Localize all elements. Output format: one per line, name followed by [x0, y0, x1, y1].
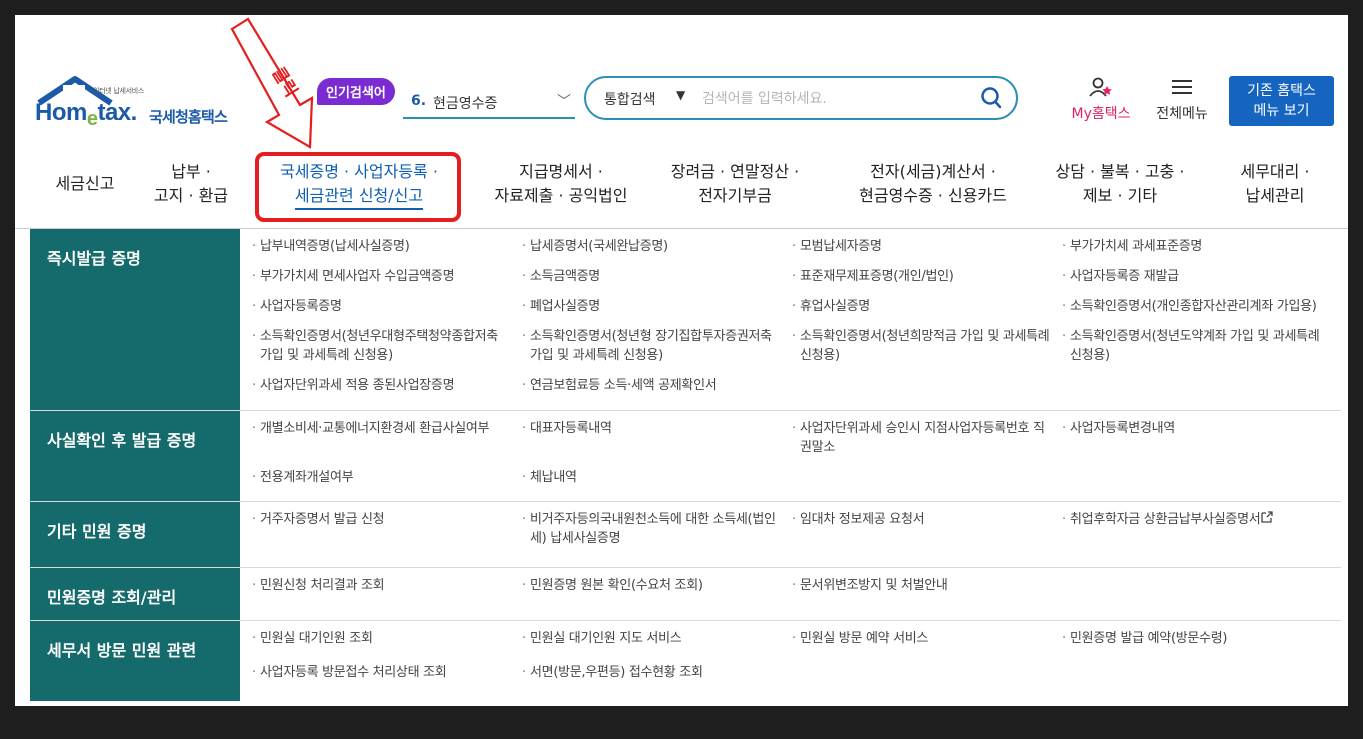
- logo-brand: Hometax.: [35, 99, 137, 130]
- nav-payment[interactable]: 납부 · 고지 · 환급: [143, 160, 239, 208]
- nav-label: 고지 · 환급: [153, 186, 229, 205]
- menu-link[interactable]: 소득확인증명서(청년형 장기집합투자증권저축 가입 및 과세특례 신청용): [520, 327, 790, 374]
- menu-link[interactable]: 전용계좌개설여부: [250, 468, 520, 496]
- nav-consultation[interactable]: 상담 · 불복 · 고충 · 제보 · 기타: [1045, 160, 1195, 208]
- menu-link[interactable]: 폐업사실증명: [520, 297, 790, 325]
- menu-link[interactable]: 민원실 방문 예약 서비스: [790, 629, 1060, 661]
- section-row: 기타 민원 증명 거주자증명서 발급 신청 비거주자등의국내원천소득에 대한 소…: [30, 502, 1341, 568]
- menu-link[interactable]: 개별소비세·교통에너지환경세 환급사실여부: [250, 419, 520, 466]
- global-nav: 세금신고 납부 · 고지 · 환급 국세증명 · 사업자등록 · 세금관련 신청…: [15, 148, 1348, 229]
- section-title: 즉시발급 증명: [30, 229, 240, 410]
- nav-payment-statements[interactable]: 지급명세서 · 자료제출 · 공익법인: [481, 160, 641, 208]
- menu-link[interactable]: 사업자등록 방문접수 처리상태 조회: [250, 663, 520, 695]
- menu-link[interactable]: 민원실 대기인원 조회: [250, 629, 520, 661]
- chevron-down-icon[interactable]: ▼: [676, 88, 685, 102]
- menu-link[interactable]: 민원실 대기인원 지도 서비스: [520, 629, 790, 661]
- search-icon[interactable]: [980, 86, 1002, 110]
- page-frame: 인터넷 납세서비스 Hometax. 국세청홈택스 인기검색어 6. 현금영수증…: [15, 15, 1348, 706]
- menu-link[interactable]: 서면(방문,우편등) 접수현황 조회: [520, 663, 790, 695]
- nav-label: 상담 · 불복 · 고충 ·: [1055, 162, 1185, 181]
- popular-search-select[interactable]: 6. 현금영수증 ﹀: [403, 87, 575, 119]
- menu-link[interactable]: 사업자단위과세 적용 종된사업장증명: [250, 376, 520, 404]
- old-hometax-menu-button[interactable]: 기존 홈택스 메뉴 보기: [1229, 76, 1334, 126]
- nav-label: 세무대리 ·: [1240, 162, 1310, 181]
- nav-label: 현금영수증 · 신용카드: [859, 186, 1007, 205]
- old-menu-line1: 기존 홈택스: [1247, 83, 1316, 99]
- nav-label: 납부 ·: [171, 162, 211, 181]
- chevron-down-icon: ﹀: [557, 94, 571, 110]
- menu-link[interactable]: 소득확인증명서(청년희망적금 가입 및 과세특례 신청용): [790, 327, 1060, 374]
- section-row: 사실확인 후 발급 증명 개별소비세·교통에너지환경세 환급사실여부 대표자등록…: [30, 411, 1341, 502]
- search-input[interactable]: [700, 87, 964, 111]
- menu-link[interactable]: 소득확인증명서(청년우대형주택청약종합저축 가입 및 과세특례 신청용): [250, 327, 520, 374]
- nav-label: 지급명세서 ·: [519, 162, 603, 181]
- nav-label: 자료제출 · 공익법인: [494, 186, 628, 205]
- my-hometax-button[interactable]: My홈택스: [1065, 77, 1137, 123]
- logo-korean-name: 국세청홈택스: [149, 108, 228, 126]
- all-menu-label: 전체메뉴: [1156, 106, 1208, 122]
- menu-link[interactable]: 소득금액증명: [520, 267, 790, 295]
- menu-link[interactable]: 대표자등록내역: [520, 419, 790, 466]
- menu-link[interactable]: 납세증명서(국세완납증명): [520, 237, 790, 265]
- search-bar: 통합검색 ▼: [584, 76, 1018, 120]
- highlight-box: [255, 152, 461, 222]
- menu-link[interactable]: 거주자증명서 발급 신청: [250, 510, 520, 561]
- menu-link[interactable]: 사업자등록증 재발급: [1060, 267, 1331, 295]
- menu-link[interactable]: 민원증명 원본 확인(수요처 조회): [520, 576, 790, 614]
- menu-link-external[interactable]: 취업후학자금 상환금납부사실증명서: [1060, 510, 1331, 561]
- section-title: 기타 민원 증명: [30, 502, 240, 567]
- old-menu-line2: 메뉴 보기: [1253, 103, 1310, 119]
- section-title: 사실확인 후 발급 증명: [30, 411, 240, 501]
- nav-label: 전자기부금: [698, 186, 772, 205]
- menu-link[interactable]: 민원신청 처리결과 조회: [250, 576, 520, 614]
- menu-link[interactable]: 민원증명 발급 예약(방문수령): [1060, 629, 1331, 661]
- menu-link[interactable]: 모범납세자증명: [790, 237, 1060, 265]
- menu-link[interactable]: 임대차 정보제공 요청서: [790, 510, 1060, 561]
- menu-link[interactable]: 소득확인증명서(청년도약계좌 가입 및 과세특례 신청용): [1060, 327, 1331, 374]
- menu-link[interactable]: 사업자등록증명: [250, 297, 520, 325]
- popular-term: 현금영수증: [433, 96, 498, 112]
- menu-link[interactable]: 체납내역: [520, 468, 790, 496]
- nav-label: 세금신고: [55, 174, 115, 193]
- my-hometax-label: My홈택스: [1071, 106, 1131, 122]
- external-link-icon: [1261, 511, 1274, 523]
- nav-label: 제보 · 기타: [1082, 186, 1158, 205]
- menu-link[interactable]: 휴업사실증명: [790, 297, 1060, 325]
- menu-link[interactable]: 소득확인증명서(개인종합자산관리계좌 가입용): [1060, 297, 1331, 325]
- nav-label: 전자(세금)계산서 ·: [870, 162, 996, 181]
- popular-rank: 6.: [411, 93, 427, 109]
- nav-label: 납세관리: [1245, 186, 1305, 205]
- user-icon: [1089, 77, 1112, 97]
- logo-subtitle: 인터넷 납세서비스: [93, 87, 145, 95]
- search-scope-select[interactable]: 통합검색: [604, 89, 656, 109]
- menu-link[interactable]: 부가가치세 면세사업자 수입금액증명: [250, 267, 520, 295]
- menu-link[interactable]: 부가가치세 과세표준증명: [1060, 237, 1331, 265]
- section-row: 민원증명 조회/관리 민원신청 처리결과 조회 민원증명 원본 확인(수요처 조…: [30, 568, 1341, 621]
- menu-link[interactable]: 납부내역증명(납세사실증명): [250, 237, 520, 265]
- nav-e-invoice[interactable]: 전자(세금)계산서 · 현금영수증 · 신용카드: [847, 160, 1019, 208]
- section-title: 민원증명 조회/관리: [30, 568, 240, 620]
- nav-incentive[interactable]: 장려금 · 연말정산 · 전자기부금: [655, 160, 815, 208]
- nav-tax-agent[interactable]: 세무대리 · 납세관리: [1225, 160, 1325, 208]
- section-row: 즉시발급 증명 납부내역증명(납세사실증명) 납세증명서(국세완납증명) 모범납…: [30, 229, 1341, 411]
- menu-link[interactable]: 사업자등록변경내역: [1060, 419, 1331, 466]
- hamburger-menu-icon: [1172, 80, 1192, 94]
- all-menu-button[interactable]: 전체메뉴: [1149, 77, 1215, 123]
- menu-link[interactable]: 비거주자등의국내원천소득에 대한 소득세(법인세) 납세사실증명: [520, 510, 790, 561]
- menu-link[interactable]: 연금보험료등 소득·세액 공제확인서: [520, 376, 790, 404]
- section-row: 세무서 방문 민원 관련 민원실 대기인원 조회 민원실 대기인원 지도 서비스…: [30, 621, 1341, 701]
- menu-link[interactable]: 표준재무제표증명(개인/법인): [790, 267, 1060, 295]
- menu-link[interactable]: 문서위변조방지 및 처벌안내: [790, 576, 1060, 614]
- click-callout-arrow: 클릭: [230, 17, 314, 149]
- section-title: 세무서 방문 민원 관련: [30, 621, 240, 701]
- certificate-menu-table: 즉시발급 증명 납부내역증명(납세사실증명) 납세증명서(국세완납증명) 모범납…: [30, 229, 1341, 701]
- menu-link[interactable]: 사업자단위과세 승인시 지점사업자등록번호 직권말소: [790, 419, 1060, 466]
- nav-tax-filing[interactable]: 세금신고: [45, 172, 125, 196]
- nav-label: 장려금 · 연말정산 ·: [670, 162, 800, 181]
